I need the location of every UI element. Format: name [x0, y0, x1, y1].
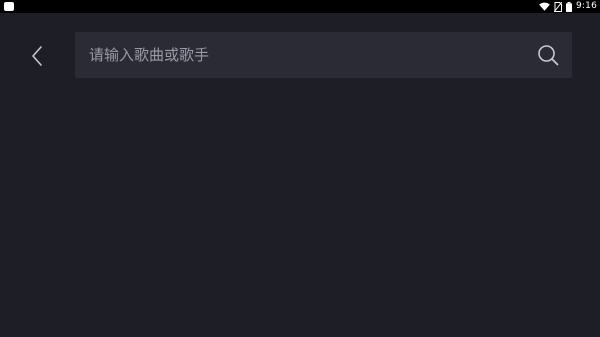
search-screen: 9:16	[0, 0, 600, 337]
chevron-left-icon	[32, 46, 42, 66]
search-icon[interactable]	[537, 44, 559, 66]
status-bar: 9:16	[0, 0, 600, 13]
status-time: 9:16	[575, 1, 597, 11]
battery-icon	[565, 1, 572, 12]
wifi-icon	[539, 2, 550, 11]
search-bar	[75, 32, 572, 78]
status-indicators: 9:16	[539, 0, 597, 13]
search-input[interactable]	[89, 32, 529, 78]
app-notification-icon	[4, 2, 14, 11]
no-sim-icon	[553, 1, 562, 12]
back-button[interactable]	[26, 42, 48, 70]
